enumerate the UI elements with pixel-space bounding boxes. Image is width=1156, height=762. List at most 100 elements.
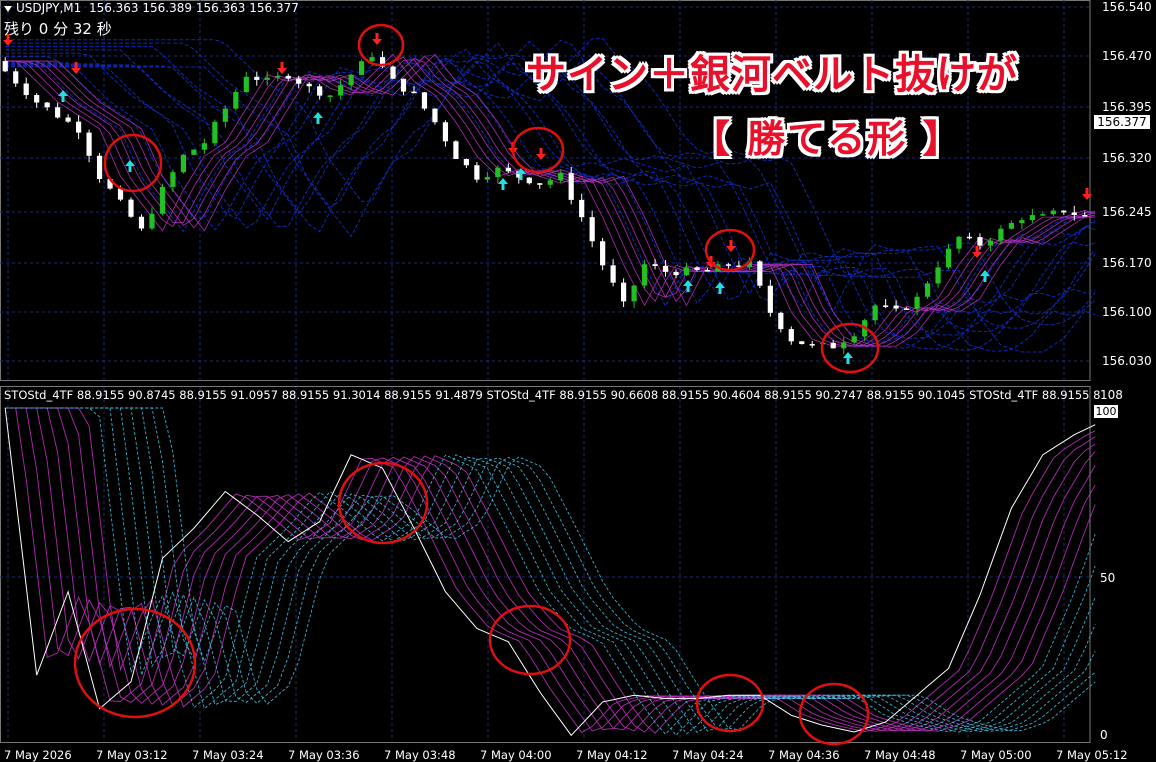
candle-body bbox=[1040, 214, 1046, 216]
belt-band-line bbox=[5, 57, 1096, 349]
candle-body bbox=[641, 264, 648, 286]
candle-body bbox=[222, 108, 228, 122]
candle-body bbox=[788, 329, 794, 342]
price-tick: 156.320 bbox=[1102, 151, 1152, 165]
time-tick: 7 May 04:12 bbox=[576, 748, 648, 762]
candle-body bbox=[725, 264, 732, 266]
chart-canvas[interactable] bbox=[0, 0, 1156, 762]
candle-body bbox=[998, 228, 1004, 241]
candle-body bbox=[44, 102, 50, 108]
price-tick: 156.470 bbox=[1102, 49, 1152, 63]
candle-body bbox=[442, 122, 449, 142]
candle-body bbox=[170, 172, 176, 187]
candle-body bbox=[694, 267, 700, 270]
buy-arrow-icon bbox=[843, 352, 853, 364]
candle-body bbox=[495, 167, 501, 178]
candle-body bbox=[474, 165, 480, 180]
candle-body bbox=[484, 177, 490, 180]
candle-body bbox=[872, 305, 878, 321]
time-tick: 7 May 03:36 bbox=[288, 748, 360, 762]
candle-body bbox=[34, 95, 40, 103]
stoch-current-marker: 100 bbox=[1094, 405, 1118, 418]
candle-body bbox=[526, 177, 532, 184]
collapse-triangle-icon[interactable] bbox=[4, 5, 12, 12]
symbol-label: USDJPY,M1 bbox=[16, 1, 82, 15]
candle-body bbox=[138, 216, 145, 229]
candle-body bbox=[348, 74, 354, 86]
candle-body bbox=[977, 237, 983, 246]
stoch-header: STOStd_4TF 88.9155 90.8745 88.9155 91.09… bbox=[4, 388, 1101, 402]
candle-body bbox=[128, 199, 134, 217]
candle-body bbox=[683, 267, 690, 276]
candle-body bbox=[317, 86, 323, 96]
sell-arrow-icon bbox=[536, 148, 546, 160]
candle-body bbox=[233, 92, 239, 109]
candle-body bbox=[65, 117, 71, 122]
candle-body bbox=[149, 213, 155, 229]
stoch-axis-bottom: 0 bbox=[1100, 728, 1108, 742]
stoch-signal-line bbox=[5, 407, 1096, 737]
candle-body bbox=[757, 261, 763, 286]
candle-body bbox=[956, 236, 962, 249]
highlight-circle bbox=[511, 126, 565, 174]
candle-body bbox=[400, 78, 407, 92]
candle-body bbox=[1008, 223, 1014, 229]
candle-body bbox=[935, 267, 941, 284]
candle-body bbox=[945, 248, 952, 268]
candle-body bbox=[704, 269, 711, 272]
candle-body bbox=[809, 344, 815, 346]
candle-body bbox=[673, 271, 679, 276]
time-tick: 7 May 05:00 bbox=[960, 748, 1032, 762]
candle-body bbox=[903, 308, 910, 311]
candle-body bbox=[547, 180, 553, 185]
current-price-marker: 156.377 bbox=[1094, 115, 1150, 129]
sell-arrow-icon bbox=[277, 62, 287, 74]
buy-arrow-icon bbox=[498, 178, 508, 190]
candle-body bbox=[117, 188, 124, 200]
stoch-scale[interactable]: 108 50 0 bbox=[1094, 388, 1156, 748]
candle-body bbox=[358, 61, 365, 75]
stoch-ribbon-line bbox=[5, 407, 1096, 733]
candle-body bbox=[411, 91, 417, 94]
candle-body bbox=[390, 66, 396, 79]
candle-body bbox=[2, 61, 8, 72]
candle-body bbox=[13, 71, 19, 84]
candle-body bbox=[306, 83, 312, 87]
candle-body bbox=[893, 305, 899, 309]
candle-body bbox=[924, 283, 931, 297]
candle-body bbox=[558, 173, 564, 181]
candle-body bbox=[421, 92, 428, 109]
time-tick: 7 May 03:12 bbox=[96, 748, 168, 762]
price-tick: 156.100 bbox=[1102, 305, 1152, 319]
candle-body bbox=[212, 121, 218, 144]
candle-body bbox=[600, 241, 606, 266]
highlight-circle bbox=[695, 673, 765, 733]
banner-subheadline: 【 勝てる形 】 bbox=[692, 117, 963, 161]
time-tick: 7 May 04:36 bbox=[768, 748, 840, 762]
chart-header: USDJPY,M1 156.363 156.389 156.363 156.37… bbox=[4, 1, 299, 15]
candle-body bbox=[851, 336, 857, 343]
candle-body bbox=[55, 107, 61, 118]
time-tick: 7 May 03:48 bbox=[384, 748, 456, 762]
belt-band-line bbox=[5, 60, 1096, 350]
candle-body bbox=[505, 167, 511, 172]
price-tick: 156.170 bbox=[1102, 256, 1152, 270]
candle-body bbox=[463, 159, 469, 166]
time-tick: 7 May 05:12 bbox=[1056, 748, 1128, 762]
candle-body bbox=[296, 78, 302, 84]
candle-body bbox=[610, 265, 616, 283]
stoch-axis-top: 108 bbox=[1100, 388, 1123, 402]
candle-body bbox=[1061, 210, 1067, 213]
candle-body bbox=[987, 240, 994, 246]
candle-body bbox=[537, 183, 543, 185]
buy-arrow-icon bbox=[313, 112, 323, 124]
candle-body bbox=[201, 143, 207, 150]
time-tick: 7 May 04:00 bbox=[480, 748, 552, 762]
candle-body bbox=[285, 76, 291, 79]
price-scale[interactable]: 156.540 156.470 156.395 156.320 156.245 … bbox=[1094, 0, 1156, 380]
candle-body bbox=[159, 186, 166, 214]
highlight-circle bbox=[103, 133, 163, 193]
buy-arrow-icon bbox=[683, 280, 693, 292]
stoch-ribbon-line bbox=[5, 407, 1096, 733]
candle-body bbox=[254, 76, 260, 80]
